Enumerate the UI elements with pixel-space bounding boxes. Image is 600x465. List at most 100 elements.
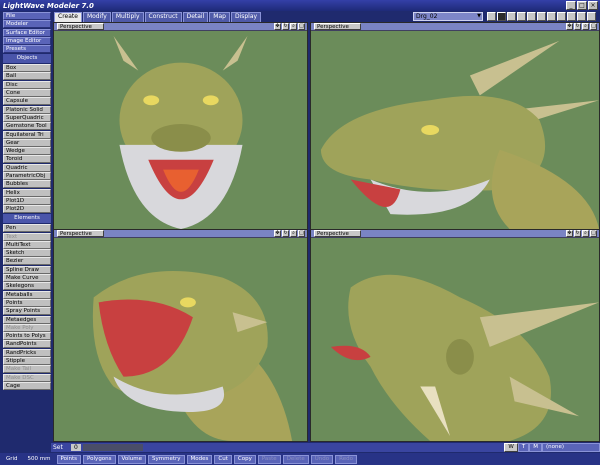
viewport-bottom-left[interactable]: Perspective ✥ ↻ ⌕ □ [53,229,308,442]
tool-points-to-polys[interactable]: Points to Polys [3,332,51,341]
paste-button[interactable]: Paste [257,454,281,464]
maximize-icon[interactable]: □ [577,1,587,10]
view-type-select[interactable]: Perspective [57,230,104,237]
tool-gear[interactable]: Gear [3,138,51,147]
t-button[interactable]: T [517,443,530,452]
tool-cone[interactable]: Cone [3,89,51,98]
volume-button[interactable]: Volume [117,454,146,464]
rotate-view-icon[interactable]: ↻ [574,23,581,30]
tool-platonic-solid[interactable]: Platonic Solid [3,105,51,114]
tool-cage[interactable]: Cage [3,381,51,390]
tool-points[interactable]: Points [3,298,51,307]
m-button[interactable]: M [529,443,542,452]
tab-construct[interactable]: Construct [144,11,182,22]
surface-editor-button[interactable]: Surface Editor [3,28,51,37]
layer-button[interactable] [537,12,546,21]
viewport-canvas[interactable] [311,238,599,441]
modes-button[interactable]: Modes [186,454,213,464]
layer-button[interactable] [557,12,566,21]
tool-stipple[interactable]: Stipple [3,356,51,365]
maximize-view-icon[interactable]: □ [298,230,305,237]
tool-metaballs[interactable]: Metaballs [3,290,51,299]
tool-ball[interactable]: Ball [3,72,51,81]
tab-create[interactable]: Create [54,11,82,22]
rotate-view-icon[interactable]: ↻ [282,23,289,30]
tool-make-dsc[interactable]: Make DSC [3,373,51,382]
layer-button[interactable] [507,12,516,21]
object-selector[interactable]: Drg_02 ▼ [413,12,483,21]
layer-button[interactable] [517,12,526,21]
tab-display[interactable]: Display [230,11,262,22]
copy-button[interactable]: Copy [233,454,256,464]
tool-make-curve[interactable]: Make Curve [3,274,51,283]
zoom-icon[interactable]: ⌕ [582,230,589,237]
modeler-menu[interactable]: Modeler [3,20,51,29]
tool-make-poly[interactable]: Make Poly [3,323,51,332]
tool-bubbles[interactable]: Bubbles [3,180,51,189]
undo-button[interactable]: Undo [310,454,334,464]
file-menu[interactable]: File [3,12,51,20]
tool-randpricks[interactable]: RandPricks [3,348,51,357]
set-value[interactable]: 0 [70,444,81,451]
tool-plot1d[interactable]: Plot1D [3,196,51,205]
viewport-canvas[interactable] [54,238,307,441]
image-editor-button[interactable]: Image Editor [3,36,51,45]
tool-wedge[interactable]: Wedge [3,147,51,156]
tool-superquadric[interactable]: SuperQuadric [3,113,51,122]
maximize-view-icon[interactable]: □ [590,230,597,237]
tab-multiply[interactable]: Multiply [111,11,144,22]
move-view-icon[interactable]: ✥ [274,230,281,237]
tool-equilateral-tri[interactable]: Equilateral Tri [3,130,51,139]
tab-detail[interactable]: Detail [182,11,209,22]
viewport-top-left[interactable]: Perspective ✥ ↻ ⌕ □ [53,22,308,230]
rotate-view-icon[interactable]: ↻ [282,230,289,237]
tool-text[interactable]: Text [3,232,51,241]
tool-gemstone[interactable]: Gemstone Tool [3,122,51,131]
layer-button[interactable] [497,12,506,21]
w-button[interactable]: W [504,443,518,452]
tab-map[interactable]: Map [209,11,230,22]
close-icon[interactable]: × [588,1,598,10]
tool-multitext[interactable]: MultiText [3,240,51,249]
viewport-top-right[interactable]: Perspective ✥ ↻ ⌕ □ [310,22,600,230]
polygons-mode-button[interactable]: Polygons [83,454,116,464]
layer-button[interactable] [547,12,556,21]
rotate-view-icon[interactable]: ↻ [574,230,581,237]
tool-skelegons[interactable]: Skelegons [3,282,51,291]
zoom-icon[interactable]: ⌕ [582,23,589,30]
move-view-icon[interactable]: ✥ [274,23,281,30]
tool-capsule[interactable]: Capsule [3,97,51,106]
viewport-canvas[interactable] [54,31,307,229]
minimize-icon[interactable]: _ [566,1,576,10]
zoom-icon[interactable]: ⌕ [290,23,297,30]
viewport-canvas[interactable] [311,31,599,229]
tool-metaedges[interactable]: Metaedges [3,315,51,324]
view-type-select[interactable]: Perspective [314,230,361,237]
tool-bezier[interactable]: Bezier [3,257,51,266]
maximize-view-icon[interactable]: □ [298,23,305,30]
move-view-icon[interactable]: ✥ [566,230,573,237]
view-type-select[interactable]: Perspective [57,23,104,30]
symmetry-button[interactable]: Symmetry [148,454,185,464]
tool-spline-draw[interactable]: Spline Draw [3,265,51,274]
maximize-view-icon[interactable]: □ [590,23,597,30]
layer-button[interactable] [527,12,536,21]
tool-pen[interactable]: Pen [3,224,51,233]
tool-helix[interactable]: Helix [3,188,51,197]
delete-button[interactable]: Delete [282,454,309,464]
tool-toroid[interactable]: Toroid [3,155,51,164]
layer-button[interactable] [577,12,586,21]
layer-button[interactable] [487,12,496,21]
cut-button[interactable]: Cut [214,454,232,464]
tool-randpoints[interactable]: RandPoints [3,340,51,349]
redo-button[interactable]: Redo [335,454,357,464]
zoom-icon[interactable]: ⌕ [290,230,297,237]
tool-spray-points[interactable]: Spray Points [3,307,51,316]
tool-sketch[interactable]: Sketch [3,249,51,258]
tool-make-tail[interactable]: Make Tail [3,365,51,374]
tool-parametricobj[interactable]: ParametricObj [3,172,51,181]
tool-quadric[interactable]: Quadric [3,163,51,172]
tool-box[interactable]: Box [3,64,51,73]
points-mode-button[interactable]: Points [56,454,82,464]
tab-modify[interactable]: Modify [82,11,111,22]
